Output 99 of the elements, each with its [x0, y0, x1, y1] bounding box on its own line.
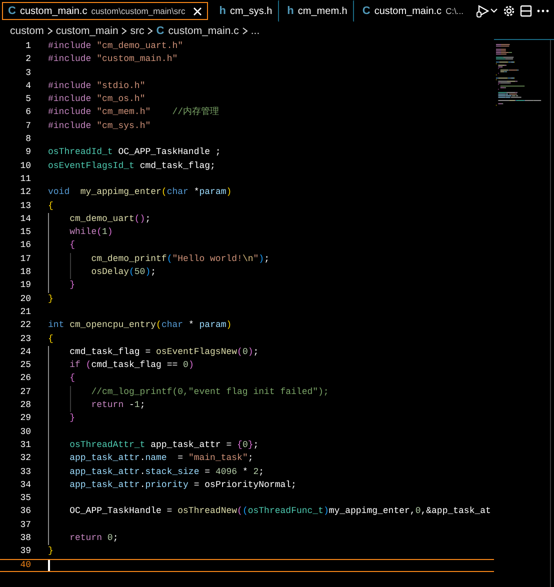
line-number: 11 [19, 172, 32, 186]
line-number: 39 [19, 545, 32, 558]
text-cursor [48, 560, 50, 571]
code-line: { [48, 200, 54, 213]
line-number: 20 [19, 292, 32, 306]
code-line: } [48, 545, 54, 558]
line-number: 6 [24, 106, 32, 120]
breadcrumb-item[interactable]: ... [250, 25, 260, 37]
code-line: app_task_attr.stack_size = 4096 * 2; [70, 466, 264, 478]
chevron-icon [121, 27, 128, 35]
line-number: 3 [24, 66, 32, 80]
line-number: 2 [24, 53, 32, 66]
line-number: 10 [19, 160, 32, 173]
code-line: osThreadId_t OC_APP_TaskHandle ; [48, 146, 221, 160]
breadcrumb-item[interactable]: custom [10, 25, 44, 37]
line-number: 25 [19, 359, 32, 372]
code-line: cmd_task_flag = osEventFlagsNew(0); [70, 346, 259, 359]
file-type-icon: h [287, 5, 294, 17]
code-line: app_task_attr.priority = osPriorityNormal; [70, 478, 296, 492]
code-line: #include "stdio.h" [48, 80, 146, 93]
more-icon[interactable] [537, 9, 549, 13]
line-number: 7 [24, 120, 32, 133]
line-number: 37 [19, 518, 32, 532]
settings-icon[interactable] [503, 5, 515, 17]
line-number: 22 [19, 319, 32, 332]
line-number: 40 [19, 560, 32, 571]
code-line: osThreadAttr_t app_task_attr = {0}; [70, 438, 259, 452]
tab-label: custom_main.c [20, 6, 88, 16]
line-number: 35 [19, 492, 32, 506]
code-line: #include "cm_demo_uart.h" [48, 40, 184, 53]
code-line: } [70, 412, 75, 426]
line-number: 4 [24, 80, 32, 93]
tab-path: custom\custom_main\src [91, 6, 186, 16]
code-line: app_task_attr.name = "main_task"; [70, 452, 254, 466]
line-number: 29 [19, 412, 32, 426]
breadcrumb-item[interactable]: src [130, 25, 144, 37]
code-line: void my_appimg_enter(char *param) [48, 186, 232, 200]
chevron-icon [147, 27, 154, 35]
tab-label: custom_main.c [374, 6, 442, 16]
file-type-icon: h [219, 5, 226, 17]
line-number: 14 [19, 212, 32, 226]
line-number: 26 [19, 372, 32, 386]
breadcrumb-item[interactable]: custom_main.c [168, 25, 239, 37]
code-line: return 0; [70, 532, 118, 545]
run-debug-icon[interactable] [476, 4, 498, 18]
file-type-icon: C [156, 25, 164, 37]
line-number: 9 [24, 146, 32, 160]
line-number: 27 [19, 386, 32, 399]
line-number: 36 [19, 505, 32, 518]
line-number: 30 [19, 426, 32, 439]
code-line: cm_demo_uart(); [70, 212, 151, 226]
line-number: 19 [19, 279, 32, 292]
close-icon[interactable] [193, 6, 202, 16]
code-line: { [70, 239, 75, 252]
line-number: 13 [19, 200, 32, 213]
code-line: while(1) [70, 226, 113, 240]
code-line: #include "custom_main.h" [48, 53, 178, 66]
line-number: 21 [19, 306, 32, 319]
line-number: 24 [19, 346, 32, 359]
line-number: 17 [19, 252, 32, 266]
line-number: 23 [19, 332, 32, 346]
line-number: 18 [19, 266, 32, 280]
line-number: 16 [19, 239, 32, 252]
line-number: 12 [19, 186, 32, 200]
code-line: { [48, 332, 54, 346]
line-number: 8 [24, 133, 32, 146]
tab-label: cm_mem.h [298, 6, 348, 16]
code-line: OC_APP_TaskHandle = osThreadNew((osThreadFunc_t)my_appimg_enter,0,&app_task_at [70, 505, 491, 518]
code-line: } [48, 292, 54, 306]
line-number: 28 [19, 399, 32, 412]
line-number: 33 [19, 466, 32, 478]
line-number: 31 [19, 438, 32, 452]
split-editor-icon[interactable] [520, 5, 532, 17]
line-number: 1 [24, 40, 32, 53]
tab-path: C:\... [446, 6, 464, 16]
code-line: #include "cm_sys.h" [48, 120, 151, 133]
code-line: int cm_opencpu_entry(char * param) [48, 319, 232, 332]
file-type-icon: C [362, 5, 370, 17]
code-line: } [70, 279, 75, 292]
tab-label: cm_sys.h [230, 6, 272, 16]
line-number: 38 [19, 532, 32, 545]
line-number: 32 [19, 452, 32, 466]
chevron-icon [46, 27, 53, 35]
code-line: cm_demo_printf("Hello world!\n"); [91, 252, 270, 266]
code-line: osDelay(50); [91, 266, 156, 280]
line-number: 34 [19, 478, 32, 492]
line-number: 15 [19, 226, 32, 240]
code-line: #include "cm_mem.h" //内存管理 [48, 106, 220, 120]
editor-tab[interactable]: C custom_main.c custom\custom_main\src [2, 2, 208, 20]
code-line: //cm_log_printf(0,"event flag init failed"); [91, 386, 329, 399]
line-number: 5 [24, 93, 32, 106]
code-line: if (cmd_task_flag == 0) [70, 359, 194, 372]
code-line: return -1; [91, 399, 146, 412]
code-line: #include "cm_os.h" [48, 93, 146, 106]
file-type-icon: C [8, 5, 16, 17]
code-line: { [70, 372, 75, 386]
chevron-icon [242, 27, 248, 35]
breadcrumb-item[interactable]: custom_main [56, 25, 118, 37]
code-line: osEventFlagsId_t cmd_task_flag; [48, 160, 216, 173]
